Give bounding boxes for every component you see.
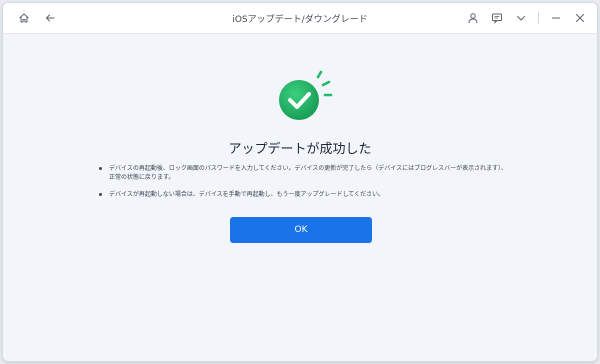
user-icon[interactable] [466, 11, 480, 25]
feedback-icon[interactable] [490, 11, 504, 25]
home-icon[interactable] [17, 11, 31, 25]
minimize-icon[interactable] [549, 11, 563, 25]
ok-button[interactable]: OK [230, 217, 372, 243]
back-arrow-icon[interactable] [43, 11, 57, 25]
list-item: デバイスが再起動しない場合は、デバイスを手動で再起動し、もう一度アップグレードし… [99, 190, 509, 199]
titlebar-left-controls [17, 3, 57, 33]
list-item: デバイスの再起動後、ロック画面のパスワードを入力してください。デバイスの更新が完… [99, 164, 509, 182]
title-bar: iOSアップデート/ダウングレード [3, 3, 597, 34]
instructions-list: デバイスの再起動後、ロック画面のパスワードを入力してください。デバイスの更新が完… [99, 164, 509, 207]
bullet-icon [99, 167, 102, 170]
app-window: iOSアップデート/ダウングレード アップデートが成功した デバイスの再起動後、… [2, 2, 598, 362]
instruction-text: デバイスの再起動後、ロック画面のパスワードを入力してください。デバイスの更新が完… [109, 165, 508, 181]
dropdown-icon[interactable] [514, 11, 528, 25]
titlebar-right-controls [466, 3, 587, 33]
success-title: アップデートが成功した [228, 142, 372, 157]
bullet-icon [99, 193, 102, 196]
instruction-text: デバイスが再起動しない場合は、デバイスを手動で再起動し、もう一度アップグレードし… [109, 191, 385, 198]
titlebar-divider [538, 12, 539, 24]
check-icon [279, 70, 333, 120]
close-icon[interactable] [573, 11, 587, 25]
result-panel: アップデートが成功した デバイスの再起動後、ロック画面のパスワードを入力してくだ… [3, 34, 597, 361]
